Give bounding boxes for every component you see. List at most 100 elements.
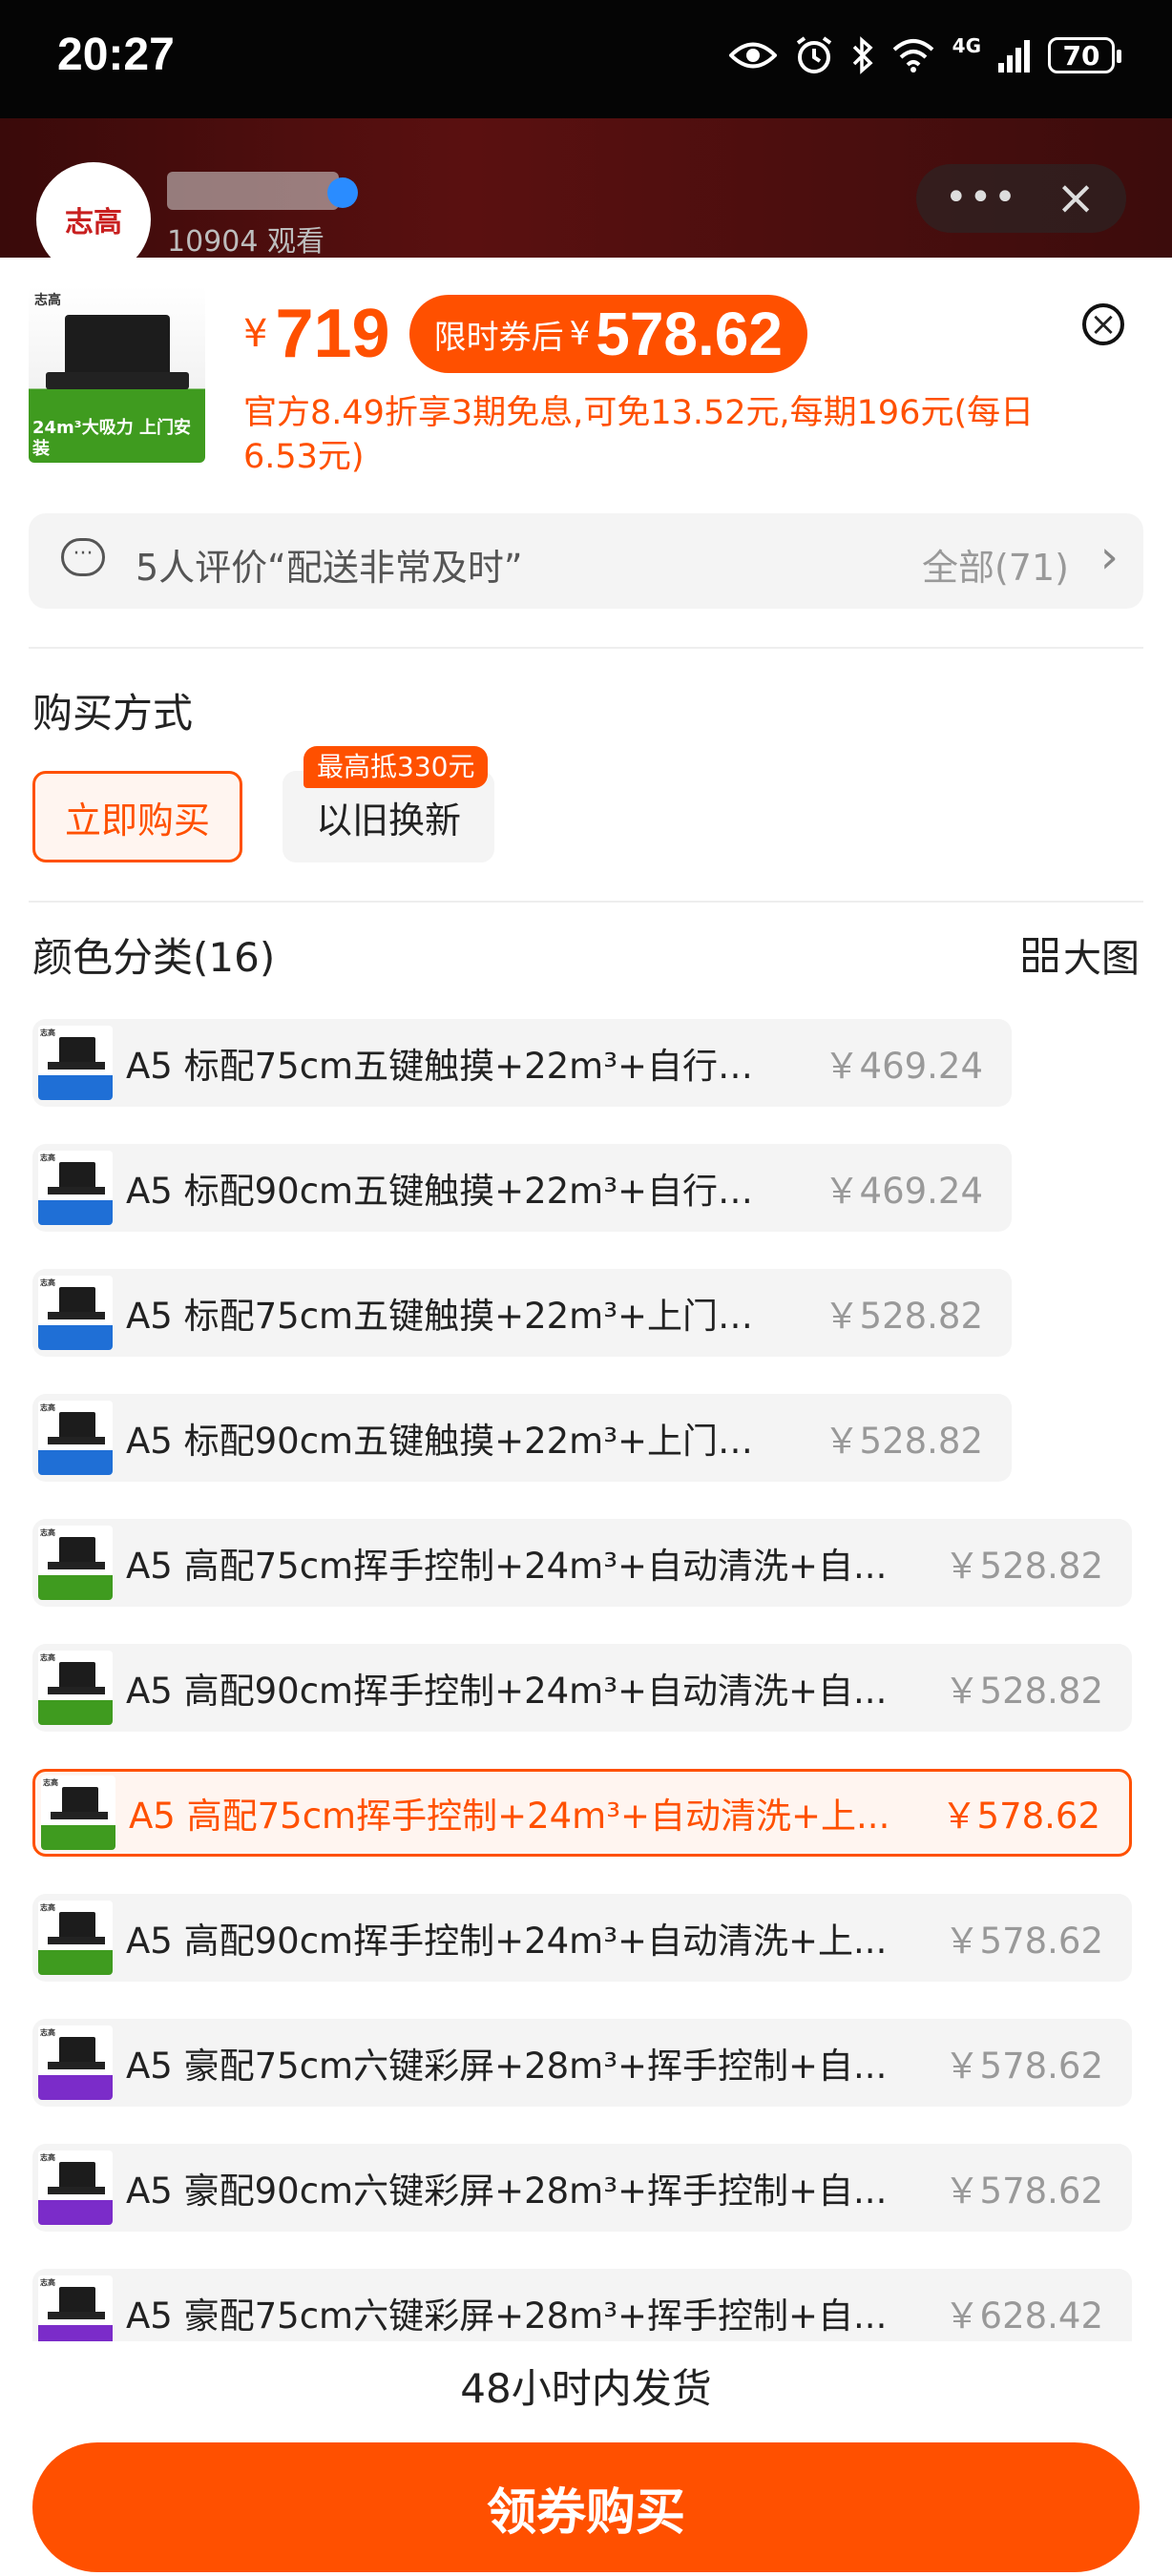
variant-tag-band [38, 2200, 113, 2225]
variant-tag-band [38, 1950, 113, 1975]
variant-label: A5 豪配90cm六键彩屏+28m³+挥手控制+自... [126, 2171, 888, 2212]
battery-level: 70 [1062, 39, 1100, 72]
store-logo-text: 志高 [65, 206, 122, 239]
variant-thumbnail: 志高 [38, 2275, 113, 2341]
variant-option[interactable]: 志高 A5 标配75cm五键触摸+22m³+自行安装 ￥469.24 [32, 1019, 1012, 1107]
variant-option[interactable]: 志高 A5 高配90cm挥手控制+24m³+自动清洗+上... ￥578.62 [32, 1894, 1132, 1982]
variant-option[interactable]: 志高 A5 标配75cm五键触摸+22m³+上门安装 ￥528.82 [32, 1269, 1012, 1357]
variant-thumbnail: 志高 [38, 1276, 113, 1350]
variant-thumbnail: 志高 [38, 1651, 113, 1725]
variant-tag-band [38, 1200, 113, 1225]
variant-option[interactable]: 志高 A5 豪配90cm六键彩屏+28m³+挥手控制+自... ￥578.62 [32, 2144, 1132, 2232]
variant-price: ￥469.24 [824, 1046, 983, 1087]
range-hood-base [48, 1437, 105, 1444]
variant-tag-band [38, 1700, 113, 1725]
range-hood-base [48, 1562, 105, 1569]
variant-option[interactable]: 志高 A5 高配75cm挥手控制+24m³+自动清洗+上... ￥578.62 [32, 1769, 1132, 1857]
review-text: 5人评价“配送非常及时” [136, 547, 523, 589]
variant-price: ￥528.82 [944, 1671, 1103, 1712]
variant-option[interactable]: 志高 A5 高配90cm挥手控制+24m³+自动清洗+自... ￥528.82 [32, 1644, 1132, 1732]
variant-label: A5 高配75cm挥手控制+24m³+自动清洗+自... [126, 1546, 888, 1587]
variant-label: A5 标配90cm五键触摸+22m³+上门安装 [126, 1421, 785, 1462]
variant-thumb-brand: 志高 [40, 1903, 55, 1912]
variant-price: ￥578.62 [944, 2046, 1103, 2087]
variant-price: ￥578.62 [944, 1921, 1103, 1962]
live-actions: ••• × [916, 164, 1126, 233]
variant-thumb-brand: 志高 [40, 1528, 55, 1537]
range-hood-base [48, 2062, 105, 2069]
range-hood-base [48, 1687, 105, 1694]
product-thumbnail[interactable]: 志高 24m³大吸力 上门安装 [29, 286, 205, 463]
variant-label: A5 豪配75cm六键彩屏+28m³+挥手控制+自... [126, 2046, 888, 2087]
range-hood-base [48, 1312, 105, 1319]
variant-price: ￥528.82 [824, 1296, 983, 1337]
coupon-label: 限时券后 [433, 318, 564, 357]
buy-now-option[interactable]: 立即购买 [32, 771, 242, 862]
variant-thumb-brand: 志高 [40, 2028, 55, 2037]
coupon-price-badge: 限时券后 ¥ 578.62 [408, 295, 807, 373]
purchase-sheet: 志高 24m³大吸力 上门安装 ¥ 719 限时券后 ¥ 578.62 × 官方… [0, 258, 1172, 2576]
trade-in-badge: 最高抵330元 [303, 746, 489, 788]
variant-price: ￥578.62 [941, 1796, 1100, 1837]
variant-list: 志高 A5 标配75cm五键触摸+22m³+自行安装 ￥469.24 志高 A5 标配9… [32, 1019, 1140, 2341]
coupon-price: 578.62 [596, 300, 783, 368]
thumb-brand: 志高 [34, 293, 61, 308]
close-live-icon[interactable]: × [1056, 170, 1096, 225]
price-row: ¥ 719 限时券后 ¥ 578.62 [243, 295, 807, 373]
grid-icon [1023, 938, 1057, 972]
big-view-label: 大图 [1063, 937, 1140, 981]
more-icon[interactable]: ••• [945, 176, 1018, 219]
claim-coupon-buy-button[interactable]: 领券购买 [32, 2442, 1140, 2572]
variant-thumb-brand: 志高 [40, 1403, 55, 1412]
variant-option[interactable]: 志高 A5 高配75cm挥手控制+24m³+自动清洗+自... ￥528.82 [32, 1519, 1132, 1607]
big-view-toggle[interactable]: 大图 [1023, 927, 1140, 983]
variant-thumb-brand: 志高 [40, 2278, 55, 2287]
variant-price: ￥469.24 [824, 1171, 983, 1212]
store-name-blurred [167, 172, 339, 210]
installment-info: 官方8.49折享3期免息,可免13.52元,每期196元(每日6.53元) [243, 394, 1035, 476]
purchase-method-title: 购买方式 [32, 690, 194, 737]
variant-option[interactable]: 志高 A5 豪配75cm六键彩屏+28m³+挥手控制+自... ￥628.42 [32, 2269, 1132, 2341]
alarm-icon [796, 36, 831, 73]
variant-label: A5 高配75cm挥手控制+24m³+自动清洗+上... [129, 1796, 890, 1837]
variant-price: ￥528.82 [824, 1421, 983, 1462]
variant-label: A5 标配90cm五键触摸+22m³+自行安装 [126, 1171, 785, 1212]
status-icons: 4G 70 [728, 29, 1121, 82]
variant-tag-band [38, 1450, 113, 1475]
variant-thumb-brand: 志高 [40, 1153, 55, 1162]
variant-thumbnail: 志高 [38, 1901, 113, 1975]
bluetooth-icon [852, 36, 873, 74]
status-time: 20:27 [57, 30, 175, 80]
variant-price: ￥628.42 [944, 2296, 1103, 2337]
variant-thumb-brand: 志高 [43, 1778, 58, 1787]
variant-thumb-brand: 志高 [40, 1028, 55, 1037]
variant-tag-band [38, 1075, 113, 1100]
eye-icon [728, 42, 777, 69]
review-summary[interactable]: ··· 5人评价“配送非常及时” 全部(71) › [29, 513, 1143, 609]
chevron-right-icon: › [1099, 530, 1119, 584]
variant-option[interactable]: 志高 A5 豪配75cm六键彩屏+28m³+挥手控制+自... ￥578.62 [32, 2019, 1132, 2107]
coupon-currency: ¥ [569, 315, 591, 353]
thumb-tag: 24m³大吸力 上门安装 [32, 418, 191, 459]
variant-label: A5 豪配75cm六键彩屏+28m³+挥手控制+自... [126, 2296, 888, 2337]
variant-tag-band [38, 1575, 113, 1600]
variant-tag-band [41, 1825, 115, 1850]
variant-thumb-brand: 志高 [40, 2153, 55, 2162]
variant-tag-band [38, 2075, 113, 2100]
variant-option[interactable]: 志高 A5 标配90cm五键触摸+22m³+自行安装 ￥469.24 [32, 1144, 1012, 1232]
network-label: 4G [952, 34, 981, 57]
divider [29, 901, 1143, 903]
range-hood-base [48, 1062, 105, 1070]
verified-icon [327, 177, 358, 208]
battery-icon: 70 [1048, 37, 1121, 73]
variant-thumbnail: 志高 [38, 1151, 113, 1225]
variant-thumbnail: 志高 [38, 2025, 113, 2100]
variant-thumb-brand: 志高 [40, 1278, 55, 1287]
variants-title: 颜色分类(16) [32, 934, 276, 981]
variant-tag-band [38, 2325, 113, 2341]
all-reviews-link[interactable]: 全部(71) [922, 538, 1069, 591]
variant-option[interactable]: 志高 A5 标配90cm五键触摸+22m³+上门安装 ￥528.82 [32, 1394, 1012, 1482]
close-sheet-icon[interactable]: × [1082, 303, 1124, 345]
variant-tag-band [38, 1325, 113, 1350]
variant-label: A5 标配75cm五键触摸+22m³+上门安装 [126, 1296, 785, 1337]
